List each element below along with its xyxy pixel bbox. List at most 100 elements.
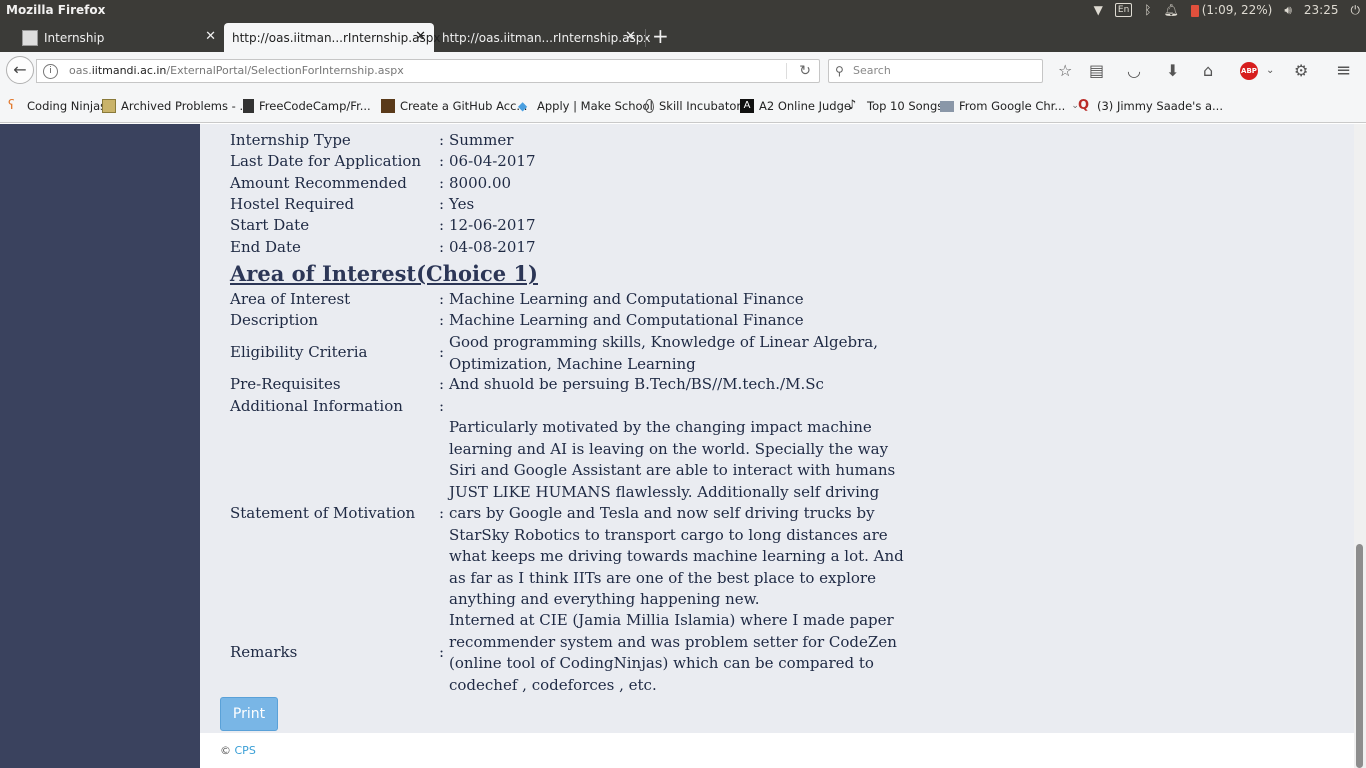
interest-value: Machine Learning and Computational Finan… (449, 311, 804, 329)
print-button[interactable]: Print (220, 697, 278, 731)
volume-icon[interactable]: 🔊︎ (1284, 0, 1292, 20)
make-school-icon: ◆ (518, 99, 528, 113)
detail-label: Internship Type (230, 131, 351, 149)
bookmark-item[interactable]: Skill Incubator (645, 99, 741, 113)
system-tray: ▼ En ᛒ 🔔︎ (1:09, 22%) 🔊︎ 23:25 ⏻ (1094, 0, 1360, 20)
detail-value: 8000.00 (449, 174, 512, 192)
interest-colon: : (439, 397, 445, 415)
home-icon[interactable]: ⌂ (1203, 62, 1213, 80)
detail-colon: : (439, 131, 445, 149)
section-heading: Area of Interest(Choice 1) (230, 261, 538, 286)
tab-close-icon[interactable]: ✕ (205, 29, 216, 44)
adblock-plus-icon[interactable]: ABP (1240, 62, 1258, 80)
os-top-panel: Mozilla Firefox ▼ En ᛒ 🔔︎ (1:09, 22%) 🔊︎… (0, 0, 1366, 20)
pocket-icon[interactable]: ◡ (1127, 62, 1141, 80)
coding-ninjas-icon: ʕ (8, 98, 15, 113)
bookmark-item[interactable]: FreeCodeCamp/Fr... (243, 99, 371, 113)
reading-list-icon[interactable]: ▤ (1089, 62, 1104, 80)
battery-indicator[interactable]: (1:09, 22%) (1190, 0, 1273, 20)
detail-value: 04-08-2017 (449, 238, 536, 256)
tab-separator (645, 29, 646, 47)
interest-value: Good programming skills, Knowledge of Li… (449, 333, 879, 373)
bookmark-item[interactable]: Create a GitHub Acc... (381, 99, 527, 113)
tab-internship[interactable]: Internship ✕ (14, 23, 224, 52)
detail-value: 06-04-2017 (449, 152, 536, 170)
url-divider (786, 63, 787, 79)
keyboard-layout-indicator[interactable]: En (1114, 3, 1133, 17)
menu-hamburger-icon[interactable]: ≡ (1336, 62, 1351, 80)
tab-selection-active[interactable]: http://oas.iitman...rInternship.aspx ✕ (224, 23, 440, 52)
search-placeholder: Search (853, 64, 891, 77)
interest-colon: : (439, 311, 445, 329)
interest-label: Additional Information (230, 397, 403, 415)
bookmark-item[interactable]: A A2 Online Judge (740, 99, 851, 113)
music-note-icon: ♪ (848, 98, 857, 113)
folder-icon (940, 100, 954, 112)
interest-colon: : (439, 643, 445, 661)
battery-text: (1:09, 22%) (1201, 3, 1273, 17)
bookmark-label: A2 Online Judge (759, 99, 851, 113)
search-input[interactable]: ⚲ Search (828, 59, 1043, 83)
bookmark-item[interactable]: ʕ Coding Ninjas (8, 98, 107, 114)
chevron-down-icon[interactable]: ⌄ (1266, 62, 1274, 80)
detail-label: Start Date (230, 216, 310, 234)
bookmark-star-icon[interactable]: ☆ (1058, 62, 1072, 80)
bookmark-folder[interactable]: From Google Chr... ⌄ (940, 99, 1079, 113)
tab-close-icon[interactable]: ✕ (625, 29, 636, 44)
url-bar[interactable]: i oas.iitmandi.ac.in/ExternalPortal/Sele… (36, 59, 820, 83)
url-prefix: oas. (69, 64, 92, 77)
bookmark-item[interactable]: Q (3) Jimmy Saade's a... (1078, 98, 1223, 114)
github-tutorial-icon (381, 99, 395, 113)
tab-selection[interactable]: http://oas.iitman...rInternship.aspx ✕ (434, 23, 650, 52)
copyright-symbol: © (220, 744, 231, 757)
bookmark-label: Coding Ninjas (27, 99, 107, 113)
interest-value: Particularly motivated by the changing i… (449, 418, 904, 608)
interest-colon: : (439, 343, 445, 361)
new-tab-plus-icon[interactable]: + (652, 22, 669, 50)
interest-label: Description (230, 311, 319, 329)
reload-icon[interactable]: ↻ (799, 60, 811, 82)
notification-bell-icon[interactable]: 🔔︎ (1163, 0, 1178, 20)
download-icon[interactable]: ⬇ (1166, 62, 1179, 80)
detail-colon: : (439, 238, 445, 256)
bookmark-item[interactable]: ◆ Apply | Make School (518, 99, 653, 113)
bluetooth-icon[interactable]: ᛒ (1144, 0, 1151, 20)
wifi-icon[interactable]: ▼ (1094, 0, 1103, 20)
url-path: /ExternalPortal/SelectionForInternship.a… (166, 64, 404, 77)
bookmark-label: Skill Incubator (659, 99, 742, 113)
interest-label: Pre-Requisites (230, 375, 341, 393)
app-name: Mozilla Firefox (6, 3, 106, 17)
detail-colon: : (439, 152, 445, 170)
search-icon: ⚲ (835, 64, 844, 78)
tab-label: Internship (44, 30, 105, 45)
bookmarks-toolbar: ʕ Coding Ninjas Archived Problems - ... F… (0, 90, 1366, 123)
site-info-icon[interactable]: i (43, 64, 58, 79)
nav-toolbar: ← i oas.iitmandi.ac.in/ExternalPortal/Se… (0, 52, 1366, 91)
detail-colon: : (439, 174, 445, 192)
project-euler-icon (102, 99, 116, 113)
battery-icon (1190, 4, 1199, 17)
footer-brand-link[interactable]: CPS (235, 744, 256, 757)
interest-label: Eligibility Criteria (230, 343, 368, 361)
bookmark-item[interactable]: ♪ Top 10 Songs (848, 98, 944, 114)
interest-colon: : (439, 375, 445, 393)
url-domain: iitmandi.ac.in (91, 64, 167, 77)
bookmark-label: Archived Problems - ... (121, 99, 251, 113)
skill-incubator-icon (645, 99, 654, 113)
tab-label: http://oas.iitman...rInternship.aspx (442, 30, 651, 45)
clock[interactable]: 23:25 (1304, 0, 1339, 20)
bookmark-label: Top 10 Songs (867, 99, 944, 113)
extension-icon[interactable]: ⚙ (1294, 62, 1308, 80)
interest-label: Statement of Motivation (230, 504, 416, 522)
bookmark-item[interactable]: Archived Problems - ... (102, 99, 250, 113)
detail-label: Hostel Required (230, 195, 355, 213)
tab-strip: Internship ✕ http://oas.iitman...rIntern… (0, 20, 1366, 52)
quora-icon: Q (1078, 98, 1090, 113)
a2-judge-icon: A (740, 99, 754, 113)
page-footer: © CPS (200, 733, 1354, 768)
tab-close-icon[interactable]: ✕ (415, 29, 426, 44)
power-icon[interactable]: ⏻ (1351, 0, 1361, 20)
back-arrow-icon[interactable]: ← (6, 56, 34, 84)
bookmark-label: Create a GitHub Acc... (400, 99, 528, 113)
scrollbar-thumb[interactable] (1356, 544, 1363, 768)
